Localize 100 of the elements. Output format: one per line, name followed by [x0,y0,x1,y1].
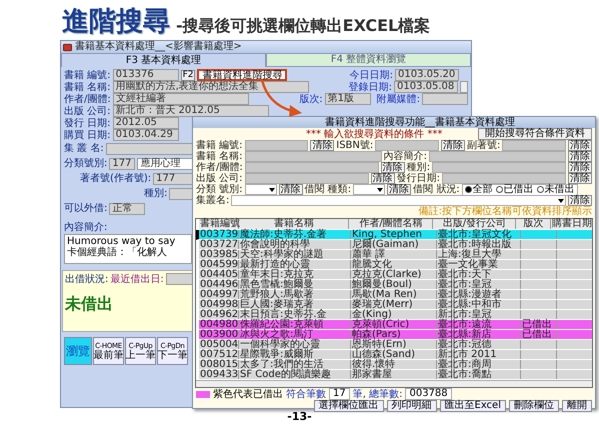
table-cell: King, Stephen [351,230,437,239]
field-label: 副著號: [466,140,500,151]
table-cell: 金(King) [351,310,437,319]
field-label: 借閱 狀況: [413,184,460,195]
legend-text: 紫色代表已借出 [213,388,283,400]
table-cell: 一個科學家的心靈 [239,340,351,349]
field-label: 集叢名: [196,195,230,206]
count-label: 符合筆數 [286,388,326,400]
table-cell: 004599 [199,260,239,269]
window-title: 書籍資料進階搜尋功能__書籍基本資料處理 [325,117,515,128]
table-cell: 已借出 [521,320,557,329]
table-cell: 臺一文化事業 [437,260,521,269]
table-cell: 末日預言:史蒂芬.金 [239,310,351,319]
field-label: 發行 日期: [64,118,111,128]
table-cell: 臺北市:皇冠文化 [437,230,521,239]
field-label: 種別: [406,162,430,173]
table-cell: SF Code的閱讀樂趣 [239,370,351,379]
table-cell: 馬歇(Ma Ren) [351,290,437,299]
table-cell: 臺北市:皇冠 [437,280,521,289]
field-label: 分類號別: [64,158,108,169]
table-cell: 巨人國:麥瑞克著 [239,300,351,309]
field-label: 內容簡介: [384,151,427,162]
field-label: 附屬媒體: [376,94,420,104]
table-cell: 星際戰爭:威爾斯 [239,350,351,359]
field-label: 書籍 編號: [64,70,111,80]
field-label: 種別: [144,188,168,199]
table-cell: 臺北縣:新店 [437,330,521,339]
table-cell: 侏羅紀公園:克萊頓 [239,320,351,329]
field-label: 今日日期: [350,70,393,80]
loan-status: 未借出 [65,295,113,313]
table-cell: 克拉克(Clarke) [351,270,437,279]
table-cell: 臺北市:喬點 [437,370,521,379]
table-cell: 荒野狼人:馬歇著 [239,290,351,299]
table-cell: 山德森(Sand) [351,350,437,359]
table-cell: 臺北市:商周 [437,360,521,369]
table-cell: 臺北縣:中和市 [437,300,521,309]
field-label: 著者號(作者號): [80,173,152,184]
table-cell: 臺北市:遠流 [437,320,521,329]
table-cell: 恩斯特(Ern) [351,340,437,349]
note-text: 備註:按下方欄位名稱可依資料排序顯示 [418,207,592,217]
table-cell: 新北市 2011 [437,350,521,359]
table-cell: 005004 [199,340,239,349]
table-cell: 麥瑞克(Merr) [351,300,437,309]
window-title: 書籍基本資料處理__<影響書籍處理> [75,41,242,53]
page-number: -13- [286,410,313,424]
table-cell: 天空:科學家的謎題 [239,250,351,259]
table-cell: 004998 [199,300,239,309]
table-cell: 008015 [199,360,239,369]
prompt-text: *** 輸入欲搜尋資料的條件 *** [306,128,442,140]
slide-subtitle: -搜尋後可挑選欄位轉出EXCEL檔案 [176,15,430,37]
table-cell: 003739 [199,230,239,239]
table-cell: 004997 [199,290,239,299]
table-cell: 007512 [199,350,239,359]
field-label: 內容簡介: [64,222,108,233]
field-label: 出借狀況: [65,274,108,284]
total-field: 003788 [405,388,452,400]
table-cell: 你會說明的科學 [239,240,351,249]
table-cell: 臺北市:冠德 [437,340,521,349]
table-cell: 蕭華 譯 [351,250,437,259]
table-cell: 彼得.懷特 [351,360,437,369]
table-cell: 最新打造的心靈 [239,260,351,269]
table-cell: 004496 [199,280,239,289]
table-cell: 臺北縣:漫遊者 [437,290,521,299]
field-label: 借閱 種類: [304,184,352,195]
table-cell: 003985 [199,250,239,259]
count-field: 17 [329,388,350,400]
table-cell: 004405 [199,270,239,279]
field-label: 發行日期: [396,173,440,184]
table-cell: 003900 [199,330,239,339]
table-cell: 鮑爾曼(Boul) [351,280,437,289]
field-label: 集 叢 名: [64,143,104,154]
table-cell: 已借出 [521,330,557,339]
table-cell: 臺北市:時報出版 [437,240,521,249]
table-cell: 那家書屋 [351,370,437,379]
field-label: 購買 日期: [64,130,111,140]
field-label: 版次: [299,94,323,104]
table-cell: 冰與火之歌:馬汀 [239,330,351,339]
table-cell: 帕森(Pars) [351,330,437,339]
field-label: 可以外借: [64,203,108,214]
table-cell: 龍騰文化 [351,260,437,269]
table-cell: 童年末日:克拉克 [239,270,351,279]
table-cell: 009433 [199,370,239,379]
table-cell: 太多了:我們的生活 [239,360,351,369]
slide-title: 進階搜尋 [62,6,170,38]
table-cell: 黑色雪橇:鮑爾曼 [239,280,351,289]
field-label: ISBN號: [336,140,374,151]
table-cell: 魔法師:史蒂芬.金著 [239,230,351,239]
table-cell: 上海:復旦大學 [437,250,521,259]
field-label: 書籍 名稱: [64,82,111,92]
field-label: 作者/團體: [64,94,111,104]
table-cell: 尼爾(Gaiman) [351,240,437,249]
field-label: 出版 公司: [64,106,111,116]
table-cell: 新北市:皇冠 [437,310,521,319]
table-cell: 004962 [199,310,239,319]
table-cell: 克萊頓(Cric) [351,320,437,329]
table-cell: 003727 [199,240,239,249]
field-label: 最近借出日: [110,274,164,284]
field-label: 登錄日期: [348,82,392,92]
table-cell: 臺北市:天下 [437,270,521,279]
table-cell: 004980 [199,320,239,329]
